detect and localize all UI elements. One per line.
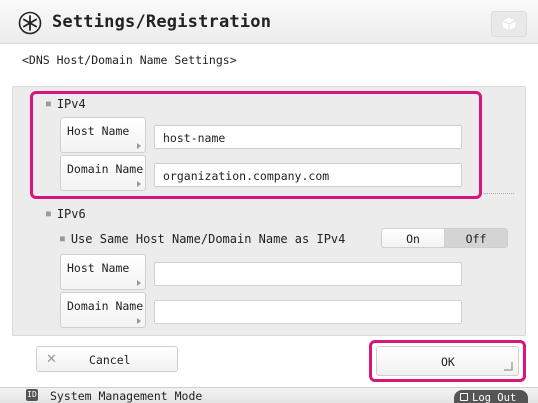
cancel-button[interactable]: ✕ Cancel (36, 346, 178, 372)
page-title: Settings/Registration (52, 12, 272, 32)
bullet-icon: ■ (60, 234, 65, 243)
ipv6-domain-name-field[interactable] (154, 300, 462, 324)
header-menu-button[interactable] (491, 11, 527, 37)
toggle-on-button[interactable]: On (381, 228, 445, 248)
use-same-label-text: Use Same Host Name/Domain Name as IPv4 (70, 232, 346, 246)
ipv6-label-text: IPv6 (56, 207, 86, 221)
close-icon: ✕ (46, 352, 57, 367)
ipv6-host-name-label: Host Name (67, 261, 130, 275)
system-mode-icon: ID (26, 389, 38, 401)
logout-icon (460, 393, 468, 401)
ipv6-section-label: ■ IPv6 (46, 207, 86, 221)
ok-highlight-frame (369, 340, 526, 382)
bullet-icon: ■ (46, 209, 51, 218)
toggle-off-button[interactable]: Off (445, 228, 508, 248)
triangle-right-icon (137, 280, 141, 286)
ipv6-host-name-field[interactable] (154, 262, 462, 286)
settings-asterisk-icon (18, 11, 42, 35)
ipv6-host-name-button[interactable]: Host Name (60, 254, 146, 290)
cancel-label: Cancel (89, 353, 131, 367)
logout-label: Log Out (472, 392, 517, 403)
system-mode-text: System Management Mode (50, 389, 203, 403)
ipv6-domain-name-label: Domain Name (67, 299, 144, 313)
use-same-setting-label: ■ Use Same Host Name/Domain Name as IPv4 (60, 232, 345, 246)
logout-button[interactable]: Log Out (454, 390, 528, 403)
dotted-divider (484, 193, 514, 194)
ipv4-highlight-frame (30, 91, 482, 199)
ipv6-domain-name-button[interactable]: Domain Name (60, 292, 146, 328)
cube-icon (502, 17, 516, 31)
screen-subtitle: <DNS Host/Domain Name Settings> (22, 53, 237, 67)
triangle-right-icon (137, 318, 141, 324)
